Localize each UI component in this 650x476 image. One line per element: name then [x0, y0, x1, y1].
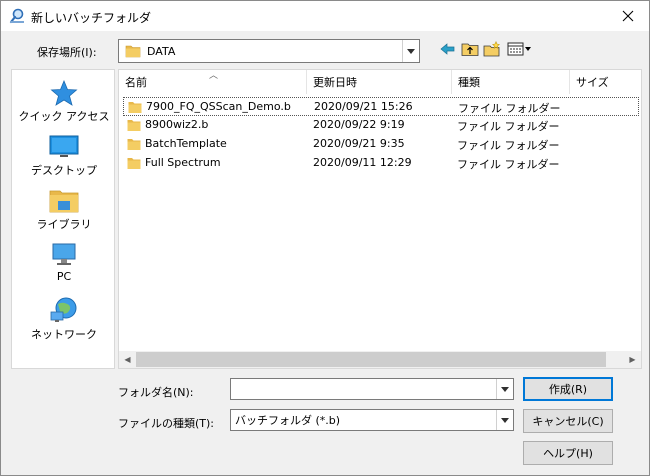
- location-combo[interactable]: DATA: [118, 39, 420, 63]
- star-icon: [50, 80, 78, 106]
- place-label: ネットワーク: [31, 328, 97, 341]
- sort-up-icon: ︿: [209, 71, 219, 81]
- close-button[interactable]: [607, 1, 649, 31]
- back-arrow-icon[interactable]: [439, 41, 457, 57]
- file-name: 8900wiz2.b: [145, 118, 209, 131]
- chevron-down-icon: [501, 417, 509, 423]
- folder-icon: [128, 102, 142, 113]
- folder-name-dropdown-button[interactable]: [496, 379, 513, 399]
- file-date: 2020/09/21 9:35: [313, 137, 405, 150]
- place-label: クイック アクセス: [18, 110, 110, 123]
- chevron-down-icon: [501, 386, 509, 392]
- file-type-combo[interactable]: バッチフォルダ (*.b): [230, 409, 514, 431]
- scrollbar-thumb[interactable]: [136, 352, 606, 367]
- horizontal-scrollbar[interactable]: ◀ ▶: [119, 351, 641, 368]
- file-list[interactable]: ︿ 名前 更新日時 種類 サイズ 7900_FQ_QSScan_Demo.b 2…: [118, 69, 642, 369]
- library-icon: [49, 190, 79, 213]
- table-row[interactable]: 7900_FQ_QSScan_Demo.b 2020/09/21 15:26 フ…: [123, 97, 639, 116]
- place-library[interactable]: ライブラリ: [12, 188, 116, 232]
- new-folder-icon[interactable]: [483, 41, 501, 57]
- dialog-window: 新しいバッチフォルダ 保存場所(I): DATA クイック アクセス デスクトッ…: [0, 0, 650, 476]
- file-date: 2020/09/22 9:19: [313, 118, 405, 131]
- place-pc[interactable]: PC: [12, 242, 116, 283]
- folder-icon: [127, 158, 141, 169]
- location-value: DATA: [147, 44, 176, 58]
- computer-icon: [52, 243, 76, 265]
- scroll-right-icon[interactable]: ▶: [624, 351, 641, 368]
- location-label: 保存場所(I):: [37, 46, 97, 59]
- file-name: Full Spectrum: [145, 156, 221, 169]
- title-bar: 新しいバッチフォルダ: [1, 1, 649, 31]
- help-button[interactable]: ヘルプ(H): [523, 441, 613, 465]
- window-title: 新しいバッチフォルダ: [31, 11, 152, 25]
- file-date: 2020/09/11 12:29: [313, 156, 412, 169]
- folder-name-label: フォルダ名(N):: [118, 386, 194, 399]
- search-folder-icon: [9, 8, 24, 24]
- up-folder-icon[interactable]: [461, 41, 479, 57]
- network-icon: [50, 297, 77, 322]
- file-type: ファイル フォルダー: [457, 158, 560, 171]
- folder-icon: [127, 120, 141, 131]
- close-icon: [622, 10, 634, 22]
- file-date: 2020/09/21 15:26: [314, 100, 413, 113]
- place-network[interactable]: ネットワーク: [12, 296, 116, 342]
- place-quick-access[interactable]: クイック アクセス: [12, 80, 116, 124]
- file-name: BatchTemplate: [145, 137, 227, 150]
- place-label: PC: [56, 270, 72, 283]
- column-header-type[interactable]: 種類: [452, 70, 570, 94]
- create-button[interactable]: 作成(R): [523, 377, 613, 401]
- folder-icon: [125, 45, 141, 58]
- folder-name-combo[interactable]: [230, 378, 514, 400]
- location-dropdown-button[interactable]: [402, 40, 419, 62]
- place-desktop[interactable]: デスクトップ: [12, 134, 116, 178]
- file-type-value: バッチフォルダ (*.b): [235, 414, 341, 427]
- place-label: デスクトップ: [31, 164, 97, 177]
- view-menu-icon: [507, 42, 531, 56]
- file-type: ファイル フォルダー: [458, 102, 561, 115]
- file-type: ファイル フォルダー: [457, 120, 560, 133]
- column-header-size[interactable]: サイズ: [570, 70, 641, 94]
- scroll-left-icon[interactable]: ◀: [119, 351, 136, 368]
- file-name: 7900_FQ_QSScan_Demo.b: [146, 100, 291, 113]
- table-row[interactable]: 8900wiz2.b 2020/09/22 9:19 ファイル フォルダー: [123, 116, 639, 135]
- file-type: ファイル フォルダー: [457, 139, 560, 152]
- desktop-icon: [49, 135, 79, 157]
- places-sidebar: クイック アクセス デスクトップ ライブラリ PC ネットワーク: [11, 69, 115, 369]
- folder-icon: [127, 139, 141, 150]
- column-header-name[interactable]: ︿ 名前: [119, 70, 307, 94]
- cancel-button[interactable]: キャンセル(C): [523, 409, 613, 433]
- place-label: ライブラリ: [36, 218, 92, 231]
- column-header-date[interactable]: 更新日時: [307, 70, 452, 94]
- table-row[interactable]: Full Spectrum 2020/09/11 12:29 ファイル フォルダ…: [123, 154, 639, 173]
- file-type-label: ファイルの種類(T):: [118, 417, 215, 430]
- chevron-down-icon: [407, 48, 415, 54]
- view-menu-button[interactable]: [507, 41, 533, 57]
- file-type-dropdown-button[interactable]: [496, 410, 513, 430]
- table-row[interactable]: BatchTemplate 2020/09/21 9:35 ファイル フォルダー: [123, 135, 639, 154]
